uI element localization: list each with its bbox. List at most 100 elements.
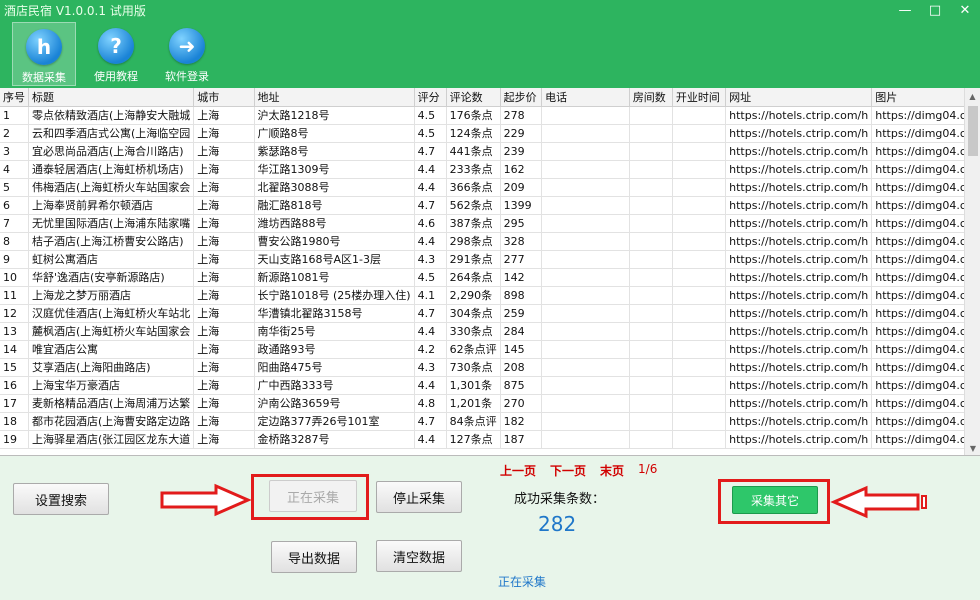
window-title: 酒店民宿 V1.0.0.1 试用版 [4, 4, 146, 18]
export-button[interactable]: 导出数据 [271, 541, 357, 573]
table-cell: 北翟路3088号 [254, 178, 415, 197]
table-cell: 上海龙之梦万丽酒店 [28, 286, 195, 305]
table-row[interactable]: 2 云和四季酒店式公寓(上海临空园 上海 广顺路8号 4.5 124条点 229 https:… [0, 124, 980, 143]
column-header[interactable]: 评分 [414, 88, 447, 107]
scroll-thumb[interactable] [968, 106, 978, 156]
table-cell: 上海驿星酒店(张江园区龙东大道 [28, 430, 195, 449]
table-cell: 4.1 [414, 286, 447, 305]
column-header[interactable]: 序号 [0, 88, 29, 107]
results-grid[interactable]: 序号 标题 城市 地址 评分 评论数 起步价 电话 房间数 开业时间 网址 图片 1 零点依精致酒店(上… [0, 88, 980, 456]
table-cell [629, 232, 673, 251]
table-row[interactable]: 13 麓枫酒店(上海虹桥火车站国家会 上海 南华街25号 4.4 330条点 284 http… [0, 322, 980, 341]
table-cell: 142 [500, 268, 543, 287]
table-row[interactable]: 16 上海宝华万豪酒店 上海 广中西路333号 4.4 1,301条 875 https://… [0, 376, 980, 395]
table-row[interactable]: 6 上海奉贤前昇希尔顿酒店 上海 融汇路818号 4.7 562条点 1399 https:/… [0, 196, 980, 215]
column-header[interactable]: 起步价 [500, 88, 543, 107]
table-cell: 14 [0, 340, 29, 359]
settings-button[interactable]: 设置搜索 [13, 483, 109, 515]
column-header[interactable]: 房间数 [629, 88, 673, 107]
table-cell: 上海 [193, 268, 255, 287]
scroll-up-icon[interactable]: ▲ [965, 88, 980, 104]
minimize-button[interactable]: — [890, 0, 920, 20]
column-header[interactable]: 评论数 [446, 88, 501, 107]
table-cell: https://hotels.ctrip.com/h [725, 322, 873, 341]
table-cell: https://hotels.ctrip.com/h [725, 412, 873, 431]
scroll-down-icon[interactable]: ▼ [965, 440, 980, 455]
pager: 上一页 下一页 末页 1/6 [500, 462, 657, 479]
table-cell: 562条点 [446, 196, 501, 215]
table-cell: 通泰轻居酒店(上海虹桥机场店) [28, 160, 195, 179]
table-cell: 新源路1081号 [254, 268, 415, 287]
table-row[interactable]: 10 华舒'逸酒店(安亭新源路店) 上海 新源路1081号 4.5 264条点 142 htt… [0, 268, 980, 287]
column-header[interactable]: 电话 [541, 88, 630, 107]
table-row[interactable]: 8 桔子酒店(上海江桥曹安公路店) 上海 曹安公路1980号 4.4 298条点 328 ht… [0, 232, 980, 251]
table-cell [541, 358, 630, 377]
table-cell: 17 [0, 394, 29, 413]
table-row[interactable]: 14 唯宜酒店公寓 上海 政通路93号 4.2 62条点评 145 https://hotel… [0, 340, 980, 359]
table-cell [629, 268, 673, 287]
table-row[interactable]: 4 通泰轻居酒店(上海虹桥机场店) 上海 华江路1309号 4.4 233条点 162 htt… [0, 160, 980, 179]
table-cell [541, 412, 630, 431]
prev-page-link[interactable]: 上一页 [500, 462, 536, 479]
table-cell: 19 [0, 430, 29, 449]
table-cell [541, 196, 630, 215]
table-cell: 4.4 [414, 178, 447, 197]
close-button[interactable]: ✕ [950, 0, 980, 20]
table-cell: 182 [500, 412, 543, 431]
table-cell [629, 430, 673, 449]
table-cell: 长宁路1018号 (25楼办理入住) [254, 286, 415, 305]
table-cell: 上海 [193, 286, 255, 305]
table-cell: 4.4 [414, 322, 447, 341]
table-cell: https://hotels.ctrip.com/h [725, 178, 873, 197]
toolbar-data-collect[interactable]: h 数据采集 [12, 22, 76, 86]
table-cell: 145 [500, 340, 543, 359]
table-cell: 上海 [193, 142, 255, 161]
collecting-button[interactable]: 正在采集 [269, 480, 357, 512]
column-header[interactable]: 标题 [28, 88, 195, 107]
clear-button[interactable]: 清空数据 [376, 540, 462, 572]
toolbar-login[interactable]: ➜ 软件登录 [155, 22, 219, 86]
maximize-button[interactable]: □ [920, 0, 950, 20]
table-cell: 上海 [193, 250, 255, 269]
table-row[interactable]: 1 零点依精致酒店(上海静安大融城 上海 沪太路1218号 4.5 176条点 278 htt… [0, 106, 980, 125]
table-cell: 330条点 [446, 322, 501, 341]
table-cell: 华江路1309号 [254, 160, 415, 179]
table-cell [629, 196, 673, 215]
table-cell: 1 [0, 106, 29, 125]
table-cell: https://hotels.ctrip.com/h [725, 214, 873, 233]
table-row[interactable]: 18 都市花园酒店(上海曹安路定边路 上海 定边路377弄26号101室 4.7 84条点… [0, 412, 980, 431]
table-row[interactable]: 5 伟梅酒店(上海虹桥火车站国家会 上海 北翟路3088号 4.4 366条点 209 htt… [0, 178, 980, 197]
toolbar-tutorial[interactable]: ? 使用教程 [84, 22, 148, 86]
table-row[interactable]: 15 艾享酒店(上海阳曲路店) 上海 阳曲路475号 4.3 730条点 208 https:… [0, 358, 980, 377]
last-page-link[interactable]: 末页 [600, 462, 624, 479]
vertical-scrollbar[interactable]: ▲ ▼ [964, 88, 980, 455]
table-cell: 上海 [193, 106, 255, 125]
toolbar-label: 使用教程 [94, 70, 138, 83]
app-header: 酒店民宿 V1.0.0.1 试用版 — □ ✕ h 数据采集 ? 使用教程 ➜ … [0, 0, 980, 88]
column-header[interactable]: 城市 [193, 88, 255, 107]
table-row[interactable]: 3 宜必思尚品酒店(上海合川路店) 上海 紫瑟路8号 4.7 441条点 239 https:… [0, 142, 980, 161]
table-cell [629, 322, 673, 341]
stop-button[interactable]: 停止采集 [376, 481, 462, 513]
table-cell: 730条点 [446, 358, 501, 377]
table-cell [672, 394, 727, 413]
table-row[interactable]: 9 虹树公寓酒店 上海 天山支路168号A区1-3层 4.3 291条点 277 https:… [0, 250, 980, 269]
table-row[interactable]: 17 麦新格精品酒店(上海周浦万达繁 上海 沪南公路3659号 4.8 1,201条 270… [0, 394, 980, 413]
table-cell: 上海 [193, 124, 255, 143]
table-cell: 295 [500, 214, 543, 233]
collect-other-button[interactable]: 采集其它 [732, 486, 818, 514]
table-cell: 4.3 [414, 250, 447, 269]
column-header[interactable]: 开业时间 [672, 88, 727, 107]
toolbar-label: 软件登录 [165, 70, 209, 83]
table-cell: 124条点 [446, 124, 501, 143]
next-page-link[interactable]: 下一页 [550, 462, 586, 479]
table-row[interactable]: 11 上海龙之梦万丽酒店 上海 长宁路1018号 (25楼办理入住) 4.1 2,290条… [0, 286, 980, 305]
table-cell: 上海 [193, 178, 255, 197]
table-row[interactable]: 19 上海驿星酒店(张江园区龙东大道 上海 金桥路3287号 4.4 127条点 187 ht… [0, 430, 980, 449]
column-header[interactable]: 地址 [254, 88, 415, 107]
table-row[interactable]: 12 汉庭优佳酒店(上海虹桥火车站北 上海 华漕镇北翟路3158号 4.7 304条点 25… [0, 304, 980, 323]
column-header[interactable]: 网址 [725, 88, 873, 107]
table-row[interactable]: 7 无忧里国际酒店(上海浦东陆家嘴 上海 潍坊西路88号 4.6 387条点 295 http… [0, 214, 980, 233]
table-cell: 62条点评 [446, 340, 501, 359]
table-cell [629, 286, 673, 305]
